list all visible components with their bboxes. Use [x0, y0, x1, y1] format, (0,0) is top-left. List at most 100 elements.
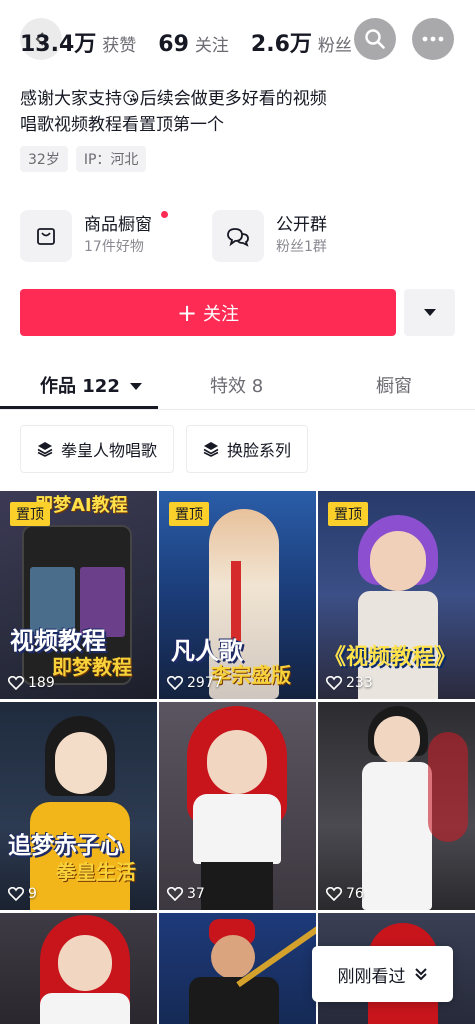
like-count-value: 76: [346, 886, 364, 902]
red-hair-strands: [428, 732, 468, 842]
pinned-badge: 置顶: [328, 502, 368, 526]
collection-label: 拳皇人物唱歌: [61, 441, 158, 460]
tab-works[interactable]: 作品 122: [40, 372, 143, 398]
white-shirt: [193, 794, 281, 864]
caret-down-icon: [130, 383, 143, 390]
like-count-value: 189: [28, 675, 55, 691]
stats-row: 13.4万 获赞 69 关注 2.6万 粉丝: [20, 26, 374, 58]
cover-title: 追梦赤子心: [8, 833, 123, 859]
face: [207, 730, 267, 794]
shop-window-card[interactable]: 商品橱窗 17件好物: [20, 205, 168, 267]
public-group-subtitle: 粉丝1群: [276, 239, 327, 255]
profile-tags: 32岁 IP：河北: [20, 146, 147, 172]
like-count: 233: [326, 675, 373, 691]
notification-dot: [161, 211, 168, 218]
tab-effects[interactable]: 特效 8: [210, 372, 263, 398]
stat-following-value: 69: [158, 32, 189, 57]
age-tag: 32岁: [20, 146, 68, 172]
like-count: 76: [326, 886, 364, 902]
active-tab-indicator: [0, 406, 158, 409]
black-skirt: [201, 862, 273, 910]
heart-icon: [167, 676, 183, 690]
face: [55, 732, 107, 794]
stat-likes-value: 13.4万: [20, 32, 97, 57]
shop-bag-icon: [20, 210, 72, 262]
layers-icon: [203, 442, 219, 457]
like-count-value: 37: [187, 886, 205, 902]
video-thumbnail[interactable]: [0, 913, 157, 1024]
recently-viewed-label: 刚刚看过: [337, 966, 406, 987]
like-count: 37: [167, 886, 205, 902]
stat-following[interactable]: 69 关注: [158, 31, 229, 57]
stat-following-label: 关注: [194, 36, 229, 56]
stat-likes-label: 获赞: [102, 36, 137, 56]
collection-face-swap[interactable]: 换脸系列: [186, 425, 309, 473]
profile-bio: 感谢大家支持😘后续会做更多好看的视频 唱歌视频教程看置顶第一个: [20, 86, 460, 138]
stat-fans[interactable]: 2.6万 粉丝: [251, 26, 352, 58]
follow-button[interactable]: + 关注: [20, 289, 396, 336]
ip-location-tag: IP：河北: [75, 146, 147, 172]
pinned-badge: 置顶: [169, 502, 209, 526]
search-button[interactable]: [354, 18, 396, 60]
like-count: 9: [8, 886, 37, 902]
double-chevron-down-icon: [414, 968, 427, 981]
follow-label: 关注: [203, 303, 240, 325]
bio-line-1: 感谢大家支持😘后续会做更多好看的视频: [20, 89, 327, 109]
search-icon: [365, 29, 385, 49]
singer-face: [370, 531, 426, 591]
video-thumbnail[interactable]: 追梦赤子心 拳皇生活 9: [0, 702, 157, 910]
video-thumbnail[interactable]: 置顶 凡人歌 李宗盛版 2977: [159, 491, 316, 699]
video-thumbnail[interactable]: 即梦AI教程 置顶 视频教程 即梦教程 189: [0, 491, 157, 699]
video-thumbnail[interactable]: 置顶 《视频教程》 233: [318, 491, 475, 699]
public-group-card[interactable]: 公开群 粉丝1群: [212, 205, 327, 267]
stat-likes[interactable]: 13.4万 获赞: [20, 26, 136, 58]
red-tie: [231, 561, 241, 641]
cover-title: 《视频教程》: [324, 645, 457, 670]
video-thumbnail[interactable]: 76: [318, 702, 475, 910]
more-options-button[interactable]: [412, 18, 454, 60]
stat-fans-value: 2.6万: [250, 32, 312, 57]
dark-outfit: [189, 977, 279, 1024]
tab-shop-label: 橱窗: [376, 376, 412, 397]
cover-subtitle: 李宗盛版: [211, 663, 291, 687]
white-shirt: [40, 993, 130, 1024]
heart-icon: [8, 887, 24, 901]
heart-icon: [326, 676, 342, 690]
heart-icon: [8, 676, 24, 690]
face: [374, 716, 420, 764]
ellipsis-icon: [422, 36, 444, 42]
like-count: 2977: [167, 675, 223, 691]
recently-viewed-button[interactable]: 刚刚看过: [312, 946, 453, 1002]
stat-fans-label: 粉丝: [317, 36, 352, 56]
white-outfit: [362, 762, 432, 910]
collections-row: 拳皇人物唱歌 换脸系列: [20, 425, 309, 473]
like-count-value: 9: [28, 886, 37, 902]
face: [58, 935, 112, 991]
chat-bubbles-icon: [212, 210, 264, 262]
follow-dropdown-button[interactable]: [404, 289, 455, 336]
tab-works-label: 作品 122: [40, 376, 120, 397]
collection-label: 换脸系列: [227, 441, 292, 460]
bio-line-2: 唱歌视频教程看置顶第一个: [20, 115, 224, 135]
like-count: 189: [8, 675, 55, 691]
like-count-value: 2977: [187, 675, 223, 691]
profile-tabs: 作品 122 特效 8 橱窗: [0, 360, 475, 410]
cover-subtitle: 拳皇生活: [56, 860, 136, 884]
plus-icon: +: [176, 298, 198, 327]
like-count-value: 233: [346, 675, 373, 691]
public-group-title: 公开群: [276, 215, 327, 235]
profile-header: 13.4万 获赞 69 关注 2.6万 粉丝: [0, 0, 475, 86]
layers-icon: [37, 442, 53, 457]
collection-kof-singing[interactable]: 拳皇人物唱歌: [20, 425, 175, 473]
shortcut-cards: 商品橱窗 17件好物 公开群 粉丝1群: [20, 205, 460, 267]
pinned-badge: 置顶: [10, 502, 50, 526]
heart-icon: [167, 887, 183, 901]
shop-window-subtitle: 17件好物: [84, 239, 144, 255]
video-thumbnail[interactable]: [159, 913, 316, 1024]
video-thumbnail[interactable]: 37: [159, 702, 316, 910]
tab-effects-label: 特效 8: [210, 376, 264, 397]
shop-window-title: 商品橱窗: [84, 215, 152, 235]
tab-shop[interactable]: 橱窗: [376, 372, 412, 398]
cover-subtitle: 即梦教程: [52, 655, 132, 679]
caret-down-icon: [423, 308, 436, 316]
